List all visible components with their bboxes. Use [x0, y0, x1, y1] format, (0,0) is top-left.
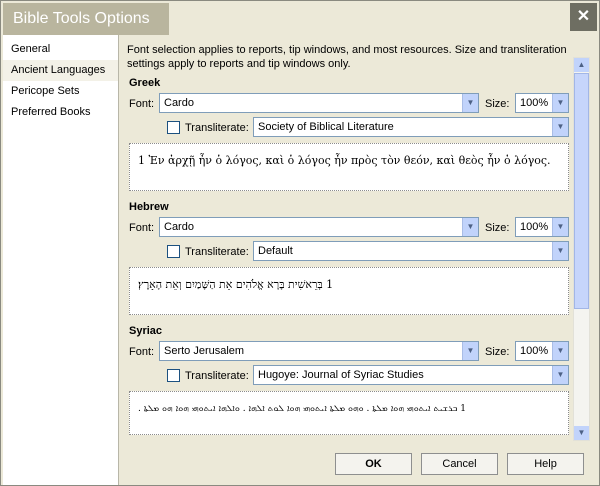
- syriac-size-select[interactable]: 100% ▼: [515, 341, 569, 361]
- intro-text: Font selection applies to reports, tip w…: [127, 44, 567, 70]
- scroll-thumb[interactable]: [574, 73, 589, 309]
- settings-panel: Font selection applies to reports, tip w…: [123, 35, 599, 445]
- cancel-button[interactable]: Cancel: [421, 453, 498, 475]
- greek-title: Greek: [129, 77, 161, 89]
- syriac-font-select[interactable]: Serto Jerusalem ▼: [159, 341, 479, 361]
- syriac-sample-text: 1 ܒܪܫܝܬ ܐܝܬܘܗܝ ܗܘܐ ܡܠܬܐ . ܘܗܘ ܡܠܬܐ ܐܝܬܘܗ…: [129, 391, 569, 435]
- hebrew-section: Hebrew Font: Cardo ▼ Size: 100% ▼ Transl…: [129, 201, 569, 315]
- hebrew-transliterate-select[interactable]: Default ▼: [253, 241, 569, 261]
- hebrew-size-value: 100%: [520, 221, 549, 233]
- sidebar-item-general[interactable]: General: [3, 39, 118, 60]
- syriac-transliterate-select[interactable]: Hugoye: Journal of Syriac Studies ▼: [253, 365, 569, 385]
- greek-section: Greek Font: Cardo ▼ Size: 100% ▼ Transli…: [129, 77, 569, 191]
- hebrew-size-select[interactable]: 100% ▼: [515, 217, 569, 237]
- options-window: Bible Tools Options ✕ General Ancient La…: [0, 0, 600, 486]
- chevron-down-icon: ▼: [552, 94, 568, 112]
- hebrew-font-label: Font:: [129, 222, 155, 234]
- chevron-down-icon: ▼: [552, 118, 568, 136]
- greek-transliterate-checkbox[interactable]: [167, 121, 180, 134]
- hebrew-font-select[interactable]: Cardo ▼: [159, 217, 479, 237]
- sidebar: General Ancient Languages Pericope Sets …: [3, 35, 119, 485]
- greek-font-select[interactable]: Cardo ▼: [159, 93, 479, 113]
- title-bar: Bible Tools Options ✕: [1, 1, 599, 35]
- syriac-section: Syriac Font: Serto Jerusalem ▼ Size: 100…: [129, 325, 569, 435]
- chevron-down-icon: ▼: [462, 218, 478, 236]
- chevron-down-icon: ▼: [462, 342, 478, 360]
- greek-font-label: Font:: [129, 98, 155, 110]
- syriac-transliterate-label: Transliterate:: [185, 370, 249, 382]
- greek-font-value: Cardo: [164, 97, 194, 109]
- hebrew-size-label: Size:: [485, 222, 510, 234]
- syriac-font-value: Serto Jerusalem: [164, 345, 245, 357]
- syriac-transliterate-checkbox[interactable]: [167, 369, 180, 382]
- greek-size-select[interactable]: 100% ▼: [515, 93, 569, 113]
- hebrew-transliterate-value: Default: [258, 245, 293, 257]
- help-button[interactable]: Help: [507, 453, 584, 475]
- ok-button[interactable]: OK: [335, 453, 412, 475]
- chevron-down-icon: ▼: [552, 366, 568, 384]
- syriac-size-value: 100%: [520, 345, 549, 357]
- chevron-down-icon: ▼: [552, 218, 568, 236]
- chevron-down-icon: ▼: [552, 242, 568, 260]
- greek-sample-text: 1 Ἐν ἀρχῇ ἦν ὁ λόγος, καὶ ὁ λόγος ἦν πρὸ…: [129, 143, 569, 191]
- syriac-size-label: Size:: [485, 346, 510, 358]
- greek-transliterate-select[interactable]: Society of Biblical Literature ▼: [253, 117, 569, 137]
- chevron-down-icon: ▼: [552, 342, 568, 360]
- scroll-up-icon[interactable]: ▲: [574, 58, 589, 72]
- scroll-down-icon[interactable]: ▼: [574, 426, 589, 440]
- close-icon[interactable]: ✕: [570, 3, 597, 31]
- hebrew-font-value: Cardo: [164, 221, 194, 233]
- sidebar-item-preferred-books[interactable]: Preferred Books: [3, 102, 118, 123]
- chevron-down-icon: ▼: [462, 94, 478, 112]
- syriac-title: Syriac: [129, 325, 163, 337]
- syriac-transliterate-value: Hugoye: Journal of Syriac Studies: [258, 369, 424, 381]
- greek-size-value: 100%: [520, 97, 549, 109]
- syriac-font-label: Font:: [129, 346, 155, 358]
- sidebar-item-ancient-languages[interactable]: Ancient Languages: [3, 60, 118, 81]
- window-title: Bible Tools Options: [3, 3, 169, 35]
- vertical-scrollbar[interactable]: ▲ ▼: [573, 57, 590, 441]
- hebrew-sample-text: 1 בְּרֵאשִׁית בָּרָא אֱלֹהִים אֵת הַשָּׁ…: [129, 267, 569, 315]
- greek-transliterate-value: Society of Biblical Literature: [258, 121, 394, 133]
- greek-size-label: Size:: [485, 98, 510, 110]
- hebrew-transliterate-label: Transliterate:: [185, 246, 249, 258]
- sidebar-item-pericope-sets[interactable]: Pericope Sets: [3, 81, 118, 102]
- hebrew-title: Hebrew: [129, 201, 169, 213]
- greek-transliterate-label: Transliterate:: [185, 122, 249, 134]
- hebrew-transliterate-checkbox[interactable]: [167, 245, 180, 258]
